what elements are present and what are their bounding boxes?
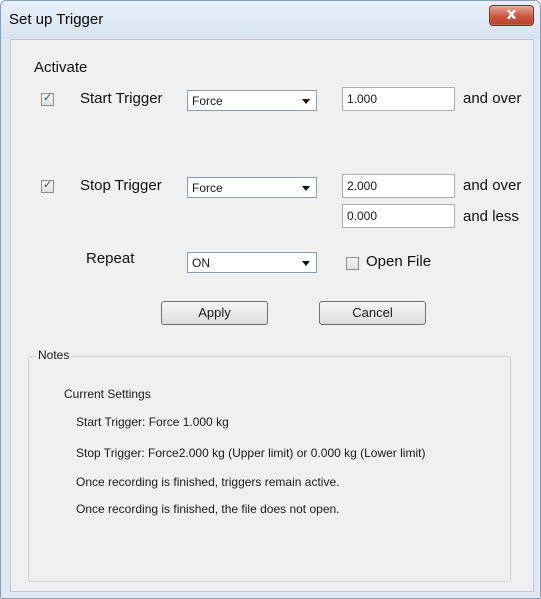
repeat-select-value: ON [192,256,210,270]
stop-trigger-upper-field[interactable]: 2.000 [342,174,455,198]
repeat-select[interactable]: ON [187,252,317,273]
chevron-down-icon [302,261,310,266]
stop-trigger-select[interactable]: Force [187,177,317,198]
apply-button[interactable]: Apply [161,301,268,325]
cancel-button[interactable]: Cancel [319,301,426,325]
start-trigger-checkbox[interactable]: ✓ [41,91,54,106]
notes-legend: Notes [36,348,72,362]
stop-trigger-lower-field[interactable]: 0.000 [342,204,455,228]
stop-trigger-label: Stop Trigger [80,177,162,194]
start-trigger-select[interactable]: Force [187,90,317,111]
repeat-label: Repeat [86,250,135,267]
window-title: Set up Trigger [9,11,104,28]
chevron-down-icon [302,186,310,191]
check-mark-icon: ✓ [43,91,53,104]
note-line: Start Trigger: Force 1.000 kg [76,415,229,429]
title-bar[interactable]: Set up Trigger x [1,1,540,39]
open-file-label: Open File [366,253,432,270]
stop-trigger-checkbox[interactable]: ✓ [41,178,54,193]
note-line: Once recording is finished, triggers rem… [76,475,340,489]
start-trigger-select-value: Force [192,94,223,108]
stop-trigger-lower-value: 0.000 [347,209,378,223]
start-trigger-suffix: and over [463,90,522,107]
start-trigger-value-field[interactable]: 1.000 [342,87,455,111]
stop-trigger-upper-value: 2.000 [347,179,378,193]
notes-heading: Current Settings [64,387,151,401]
note-line: Once recording is finished, the file doe… [76,502,340,516]
chevron-down-icon [302,99,310,104]
start-trigger-label: Start Trigger [80,90,163,107]
stop-trigger-select-value: Force [192,181,223,195]
start-trigger-value: 1.000 [347,92,378,106]
close-button[interactable]: x [489,4,534,26]
check-mark-icon: ✓ [43,178,53,191]
activate-label: Activate [34,59,88,76]
close-icon: x [506,4,517,23]
stop-trigger-upper-suffix: and over [463,177,522,194]
open-file-checkbox[interactable] [346,257,359,270]
stop-trigger-lower-suffix: and less [463,208,519,225]
note-line: Stop Trigger: Force2.000 kg (Upper limit… [76,446,426,460]
